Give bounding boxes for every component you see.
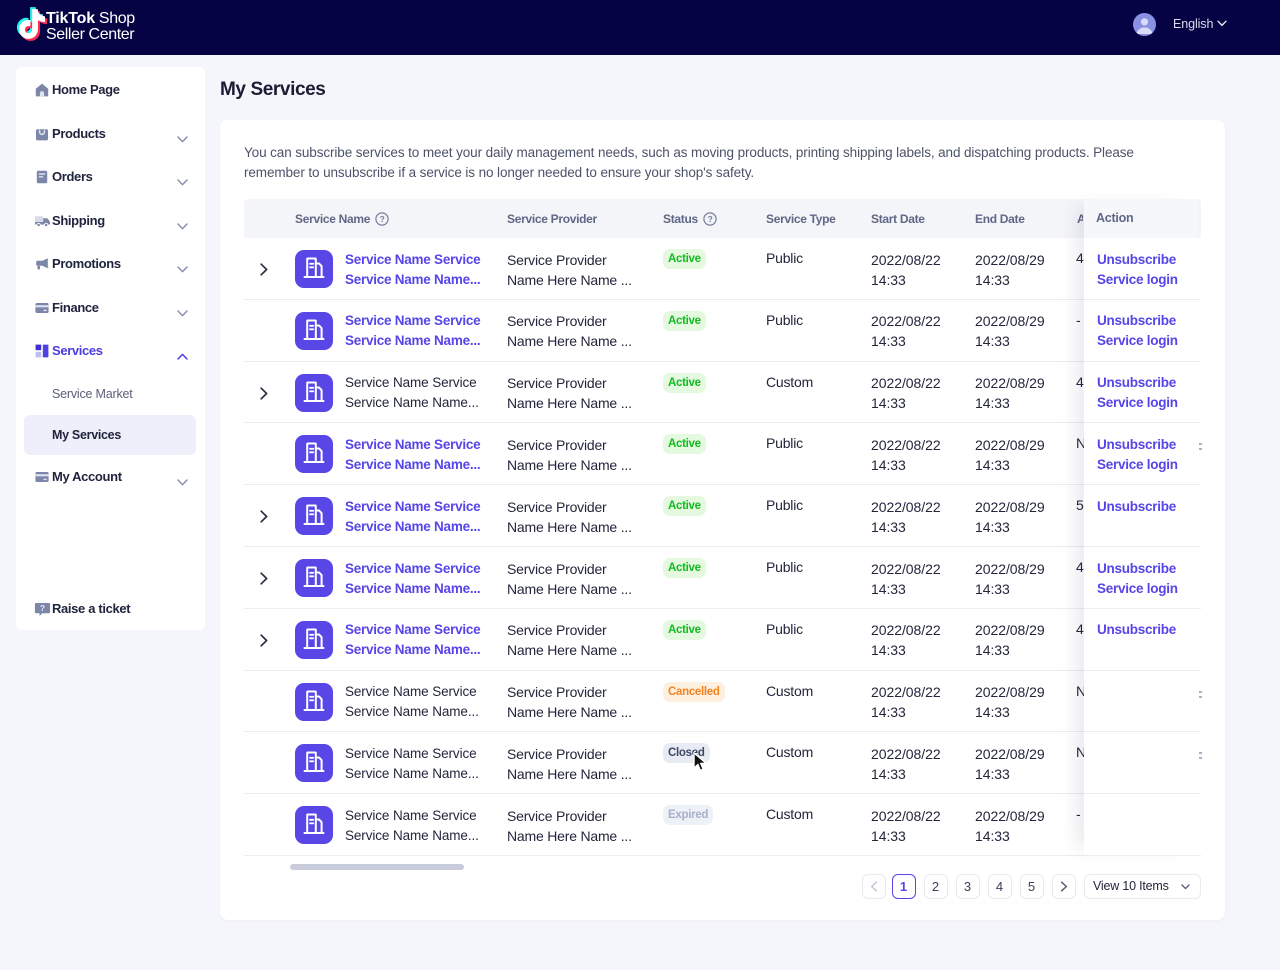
svg-text:?: ?: [40, 603, 45, 613]
svg-text:?: ?: [380, 214, 385, 224]
svg-text:?: ?: [708, 214, 713, 224]
